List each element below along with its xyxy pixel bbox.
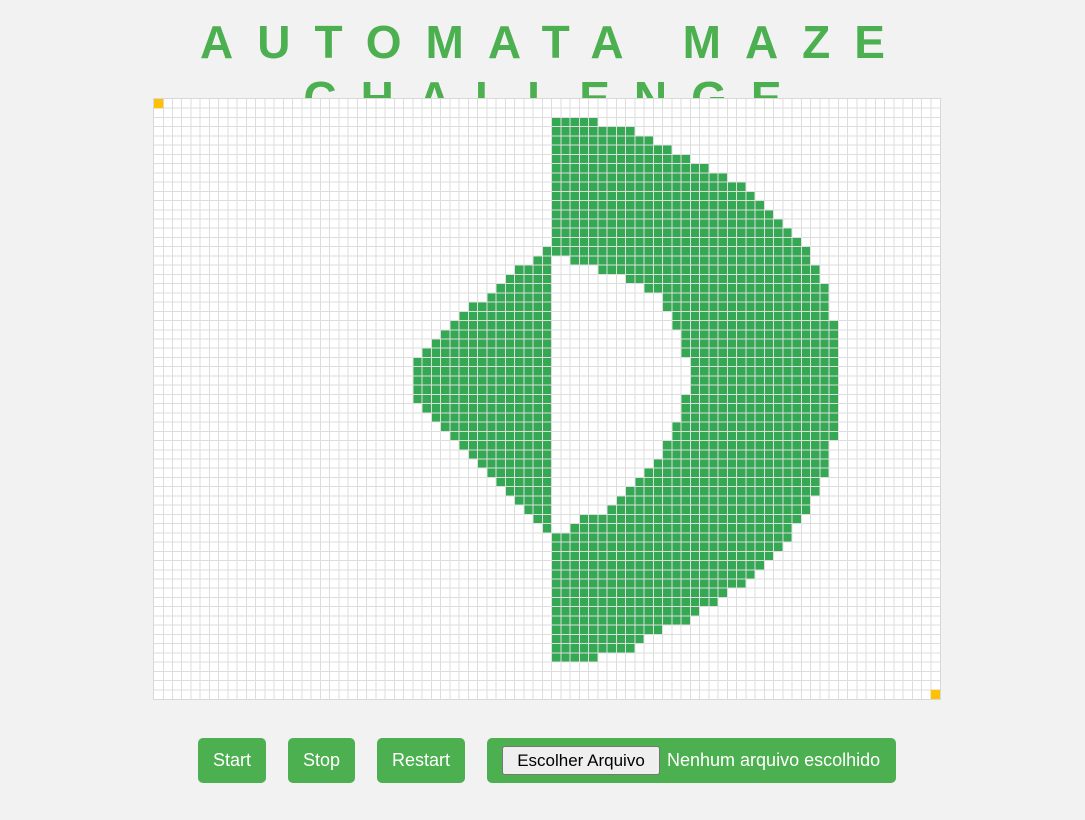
wall-cells — [551, 163, 709, 173]
wall-cells — [551, 182, 746, 192]
wall-cells — [551, 126, 635, 136]
wall-cells — [681, 329, 839, 339]
wall-cells — [551, 560, 765, 570]
wall-cells — [551, 135, 654, 146]
wall-cells — [449, 320, 552, 330]
wall-cells — [412, 394, 552, 404]
maze-grid[interactable] — [154, 99, 940, 699]
wall-cells — [412, 366, 552, 376]
wall-cells — [653, 459, 830, 469]
wall-cells — [412, 375, 552, 386]
wall-cells — [616, 495, 811, 506]
wall-cells — [449, 431, 552, 441]
wall-cells — [625, 486, 820, 496]
goal-cell — [930, 689, 940, 699]
wall-cells — [681, 394, 839, 404]
start-cell — [154, 99, 164, 109]
wall-cells — [551, 200, 765, 210]
wall-cells — [542, 246, 552, 256]
wall-cells — [523, 505, 552, 515]
wall-cells — [551, 117, 598, 127]
wall-cells — [551, 219, 783, 229]
wall-cells — [412, 357, 552, 367]
stop-button[interactable]: Stop — [288, 738, 355, 783]
wall-cells — [551, 615, 691, 626]
maze-board[interactable] — [153, 98, 941, 700]
file-status-text: Nenhum arquivo escolhido — [667, 750, 881, 770]
wall-cells — [681, 348, 839, 358]
wall-cells — [551, 172, 728, 183]
wall-cells — [505, 486, 552, 496]
wall-cells — [681, 412, 839, 423]
wall-cells — [412, 385, 552, 395]
wall-cells — [551, 579, 746, 589]
wall-cells — [551, 542, 783, 552]
wall-cells — [505, 274, 552, 284]
wall-cells — [468, 302, 552, 312]
restart-button[interactable]: Restart — [377, 738, 465, 783]
choose-file-button[interactable]: Escolher Arquivo — [502, 746, 660, 775]
wall-cells — [542, 523, 552, 533]
wall-cells — [681, 339, 839, 349]
wall-cells — [551, 652, 598, 663]
start-button[interactable]: Start — [198, 738, 266, 783]
wall-cells — [468, 449, 552, 459]
wall-cells — [625, 274, 820, 284]
control-bar: Start Stop Restart Escolher Arquivo Nenh… — [0, 738, 1085, 783]
wall-cells — [551, 643, 635, 653]
wall-cells — [551, 154, 691, 164]
wall-cells — [671, 311, 830, 321]
wall-cells — [681, 403, 839, 413]
wall-cells — [551, 588, 728, 598]
file-input[interactable]: Escolher Arquivo Nenhum arquivo escolhid… — [487, 738, 896, 783]
